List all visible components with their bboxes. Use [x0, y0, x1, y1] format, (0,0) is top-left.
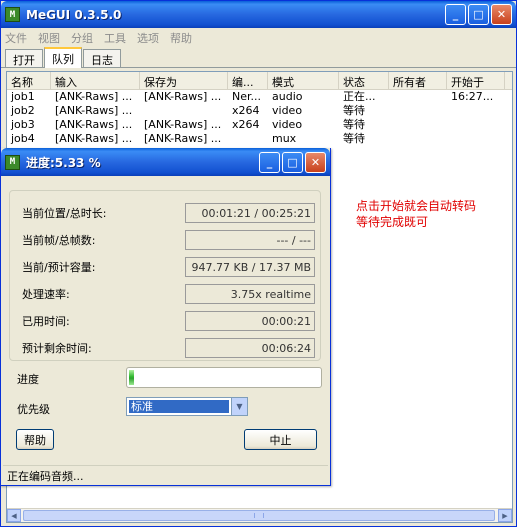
position-value: 00:01:21 / 00:25:21: [185, 203, 315, 223]
window-title: MeGUI 0.3.5.0: [26, 7, 122, 22]
priority-select[interactable]: 标准 ▼: [126, 397, 248, 416]
progress-label: 进度: [17, 373, 39, 386]
remaining-row: 预计剩余时间:: [22, 342, 92, 355]
progress-fill: [129, 370, 319, 385]
scroll-right-icon[interactable]: ▶: [498, 509, 512, 522]
menu-group[interactable]: 分组: [71, 30, 93, 46]
scroll-left-icon[interactable]: ◀: [7, 509, 21, 522]
progress-segment: [129, 370, 134, 385]
position-row: 当前位置/总时长:: [22, 207, 107, 220]
elapsed-row: 已用时间:: [22, 315, 70, 328]
remaining-value: 00:06:24: [185, 338, 315, 358]
progress-bar: [126, 367, 322, 388]
frames-value: --- / ---: [185, 230, 315, 250]
priority-label: 优先级: [17, 403, 50, 416]
annotation-text: 点击开始就会自动转码 等待完成既可: [356, 198, 506, 230]
tab-open[interactable]: 打开: [5, 49, 43, 67]
priority-value: 标准: [129, 400, 229, 413]
minimize-icon[interactable]: _: [259, 151, 280, 173]
elapsed-value: 00:00:21: [185, 311, 315, 331]
tab-log[interactable]: 日志: [83, 49, 121, 67]
minimize-icon[interactable]: _: [445, 4, 466, 25]
annotation-line-2: 等待完成既可: [356, 215, 429, 229]
column-save-as[interactable]: 保存为: [140, 72, 228, 89]
close-icon[interactable]: ✕: [491, 4, 512, 25]
abort-button[interactable]: 中止: [244, 429, 317, 450]
menubar: 文件 视图 分组 工具 选项 帮助: [1, 28, 516, 47]
menu-tools[interactable]: 工具: [104, 30, 126, 46]
column-codec[interactable]: 编...: [228, 72, 268, 89]
tab-queue[interactable]: 队列: [44, 47, 82, 68]
maximize-icon[interactable]: □: [282, 151, 303, 173]
table-row[interactable]: job4 [ANK-Raws] ... [ANK-Raws] ... mux 等…: [7, 132, 512, 146]
column-input[interactable]: 输入: [51, 72, 140, 89]
table-row[interactable]: job3 [ANK-Raws] ... [ANK-Raws] ... x264 …: [7, 118, 512, 132]
chevron-down-icon[interactable]: ▼: [231, 398, 247, 415]
status-bar: 正在编码音频...: [3, 465, 328, 483]
progress-info-group: 当前位置/总时长: 00:01:21 / 00:25:21 当前帧/总帧数: -…: [9, 190, 321, 361]
speed-row: 处理速率:: [22, 288, 70, 301]
megui-app-icon: M: [5, 154, 20, 170]
queue-list-header: 名称 输入 保存为 编... 模式 状态 所有者 开始于: [7, 72, 512, 90]
dialog-title: 进度:5.33 %: [26, 155, 101, 170]
horizontal-scrollbar[interactable]: ◀ ▶: [7, 508, 512, 522]
maximize-icon[interactable]: □: [468, 4, 489, 25]
close-icon[interactable]: ✕: [305, 151, 326, 173]
menu-help[interactable]: 帮助: [170, 30, 192, 46]
tab-strip: 打开 队列 日志: [1, 47, 516, 68]
menu-file[interactable]: 文件: [5, 30, 27, 46]
frames-row: 当前帧/总帧数:: [22, 234, 96, 247]
filesize-row: 当前/预计容量:: [22, 261, 96, 274]
progress-dialog: M 进度:5.33 % _ □ ✕ 当前位置/总时长: 00:01:21 / 0…: [0, 148, 331, 486]
help-button[interactable]: 帮助: [16, 429, 54, 450]
column-status[interactable]: 状态: [339, 72, 389, 89]
column-owner[interactable]: 所有者: [389, 72, 447, 89]
menu-options[interactable]: 选项: [137, 30, 159, 46]
column-name[interactable]: 名称: [7, 72, 51, 89]
main-titlebar[interactable]: M MeGUI 0.3.5.0 _ □ ✕: [1, 1, 516, 28]
scroll-thumb[interactable]: [23, 510, 495, 521]
dialog-titlebar[interactable]: M 进度:5.33 % _ □ ✕: [1, 148, 330, 176]
column-mode[interactable]: 模式: [268, 72, 339, 89]
filesize-value: 947.77 KB / 17.37 MB: [185, 257, 315, 277]
megui-app-icon: M: [5, 7, 20, 22]
table-row[interactable]: job1 [ANK-Raws] ... [ANK-Raws] ... Ner..…: [7, 90, 512, 104]
column-start[interactable]: 开始于: [447, 72, 505, 89]
menu-view[interactable]: 视图: [38, 30, 60, 46]
table-row[interactable]: job2 [ANK-Raws] ... x264 video 等待: [7, 104, 512, 118]
speed-value: 3.75x realtime: [185, 284, 315, 304]
annotation-line-1: 点击开始就会自动转码: [356, 199, 477, 213]
